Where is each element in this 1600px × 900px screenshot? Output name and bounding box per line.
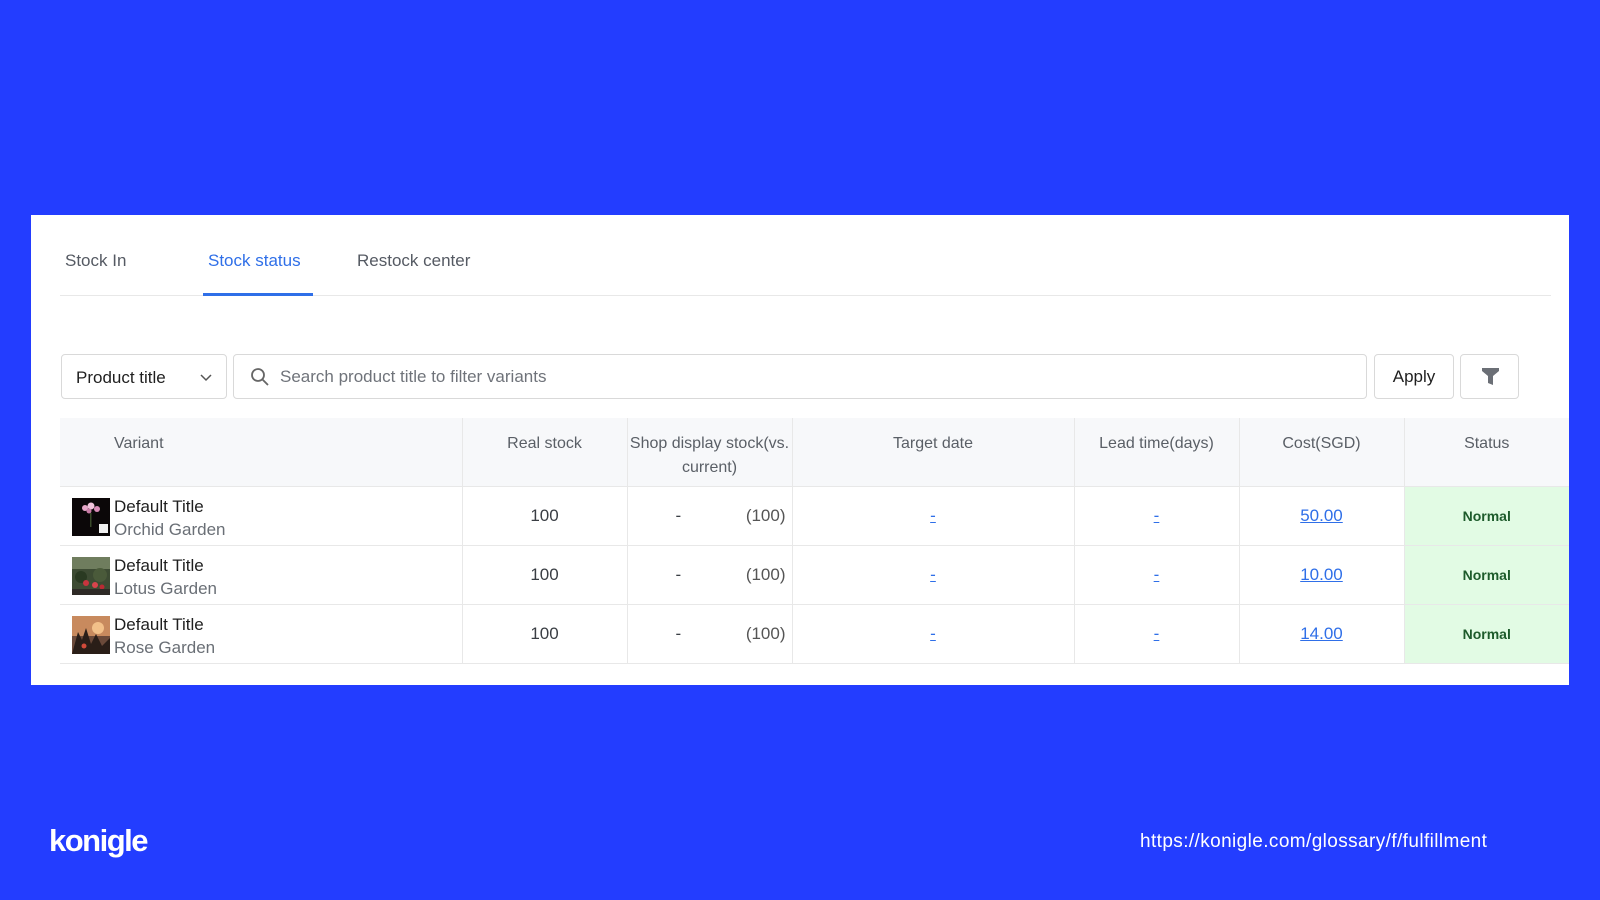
product-thumbnail [72,556,110,595]
variant-title: Default Title [114,496,204,516]
shop-display-cell: - (100) [627,545,793,605]
current-stock-value: (100) [745,623,786,643]
lead-time-link[interactable]: - [1154,565,1160,584]
shop-display-value: - [675,564,682,584]
source-url: https://konigle.com/glossary/f/fulfillme… [1140,831,1488,852]
variant-product: Orchid Garden [114,519,226,539]
header-status: Status [1404,418,1569,487]
cost-link[interactable]: 50.00 [1300,506,1343,525]
active-tab-indicator [203,293,313,296]
current-stock-value: (100) [745,564,786,584]
apply-button[interactable]: Apply [1374,354,1454,399]
target-date-link[interactable]: - [930,506,936,525]
tab-stock-status[interactable]: Stock status [208,251,301,271]
table-header-row: Variant Real stock Shop display stock(vs… [60,418,1569,487]
lead-time-cell: - [1074,545,1240,605]
cost-cell: 50.00 [1239,486,1405,546]
shop-display-cell: - (100) [627,604,793,664]
target-date-link[interactable]: - [930,624,936,643]
table-row: Default Title Orchid Garden 100 - (100) … [60,486,1569,546]
variant-cell: Default Title Rose Garden [60,604,463,664]
current-stock-value: (100) [745,505,786,525]
lead-time-link[interactable]: - [1154,624,1160,643]
variant-cell: Default Title Lotus Garden [60,545,463,605]
cost-link[interactable]: 14.00 [1300,624,1343,643]
target-date-cell: - [792,486,1075,546]
real-stock-value: 100 [462,604,628,664]
funnel-icon [1482,368,1499,385]
search-input[interactable] [280,355,1350,398]
shop-display-value: - [675,505,682,525]
lead-time-link[interactable]: - [1154,506,1160,525]
header-real-stock: Real stock [462,418,628,487]
shop-display-cell: - (100) [627,486,793,546]
table-row: Default Title Lotus Garden 100 - (100) -… [60,545,1569,605]
lead-time-cell: - [1074,486,1240,546]
variant-product: Rose Garden [114,637,216,657]
table-row: Default Title Rose Garden 100 - (100) - … [60,604,1569,664]
status-badge: Normal [1404,486,1569,546]
variant-title: Default Title [114,614,204,634]
product-thumbnail [72,497,110,536]
target-date-cell: - [792,604,1075,664]
target-date-link[interactable]: - [930,565,936,584]
stock-panel: Stock In Stock status Restock center Pro… [31,215,1569,685]
cost-cell: 10.00 [1239,545,1405,605]
header-target-date: Target date [792,418,1075,487]
filter-bar: Product title Apply [61,354,1551,400]
header-variant: Variant [60,418,463,487]
real-stock-value: 100 [462,486,628,546]
shop-display-value: - [675,623,682,643]
header-shop-display-stock: Shop display stock(vs. current) [627,418,793,487]
search-box [233,354,1367,399]
variant-cell: Default Title Orchid Garden [60,486,463,546]
stock-table: Variant Real stock Shop display stock(vs… [60,418,1569,664]
tab-restock-center[interactable]: Restock center [357,251,470,271]
real-stock-value: 100 [462,545,628,605]
status-badge: Normal [1404,545,1569,605]
tab-stock-in[interactable]: Stock In [65,251,126,271]
variant-title: Default Title [114,555,204,575]
filter-field-select[interactable]: Product title [61,354,227,399]
tab-bar: Stock In Stock status Restock center [60,215,1551,296]
search-icon [251,368,269,386]
konigle-logo: konigle [49,823,149,858]
status-badge: Normal [1404,604,1569,664]
cost-link[interactable]: 10.00 [1300,565,1343,584]
lead-time-cell: - [1074,604,1240,664]
filter-field-value: Product title [76,368,166,387]
header-cost: Cost(SGD) [1239,418,1405,487]
chevron-down-icon [200,374,212,382]
variant-product: Lotus Garden [114,578,218,598]
header-lead-time: Lead time(days) [1074,418,1240,487]
target-date-cell: - [792,545,1075,605]
cost-cell: 14.00 [1239,604,1405,664]
filter-button[interactable] [1460,354,1519,399]
product-thumbnail [72,615,110,654]
